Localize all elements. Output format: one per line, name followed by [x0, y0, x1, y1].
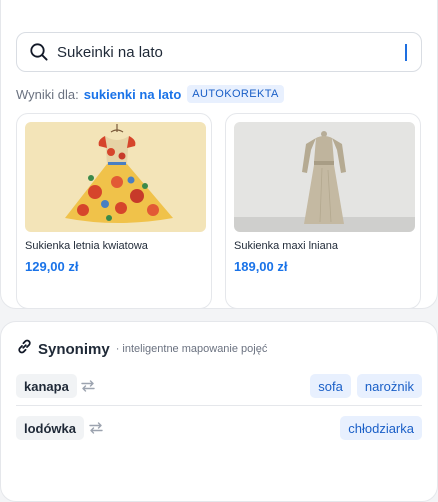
product-card[interactable]: Sukienka letnia kwiatowa 129,00 zł	[16, 113, 212, 309]
synonyms-subtitle: · inteligentne mapowanie pojęć	[115, 343, 268, 355]
floral-dress-image[interactable]	[25, 122, 206, 232]
synonym-term[interactable]: kanapa	[16, 374, 77, 398]
search-icon[interactable]	[29, 42, 49, 62]
synonym-chips: chłodziarka	[340, 416, 422, 440]
swap-arrows-icon	[80, 378, 96, 394]
product-card[interactable]: Sukienka maxi lniana 189,00 zł	[225, 113, 421, 309]
linen-maxi-dress-image[interactable]	[234, 122, 415, 232]
corrected-query[interactable]: sukienki na lato	[84, 87, 182, 102]
synonym-chip[interactable]: sofa	[310, 374, 351, 398]
product-name[interactable]: Sukienka letnia kwiatowa	[25, 240, 148, 252]
synonym-chip[interactable]: narożnik	[356, 374, 422, 398]
results-label: Wyniki dla:	[16, 86, 79, 102]
synonym-term[interactable]: lodówka	[16, 416, 85, 440]
link-icon	[16, 338, 33, 360]
text-cursor	[405, 44, 407, 61]
search-query-text[interactable]: Sukeinki na lato	[57, 44, 163, 61]
search-input[interactable]: Sukeinki na lato	[16, 32, 422, 72]
synonym-row: kanapa sofa narożnik	[16, 374, 422, 398]
synonyms-title: Synonimy	[38, 340, 110, 358]
synonym-chip[interactable]: chłodziarka	[340, 416, 422, 440]
row-divider	[16, 405, 422, 406]
product-price: 189,00 zł	[234, 259, 288, 274]
synonym-chips: sofa narożnik	[310, 374, 422, 398]
synonym-row: lodówka chłodziarka	[16, 416, 422, 440]
synonyms-header: Synonimy · inteligentne mapowanie pojęć	[16, 339, 267, 359]
product-price: 129,00 zł	[25, 259, 79, 274]
autocorrect-badge: AUTOKOREKTA	[187, 85, 284, 103]
product-name[interactable]: Sukienka maxi lniana	[234, 240, 338, 252]
swap-arrows-icon	[88, 420, 104, 436]
results-for-line: Wyniki dla: sukienki na lato AUTOKOREKTA	[16, 84, 284, 104]
